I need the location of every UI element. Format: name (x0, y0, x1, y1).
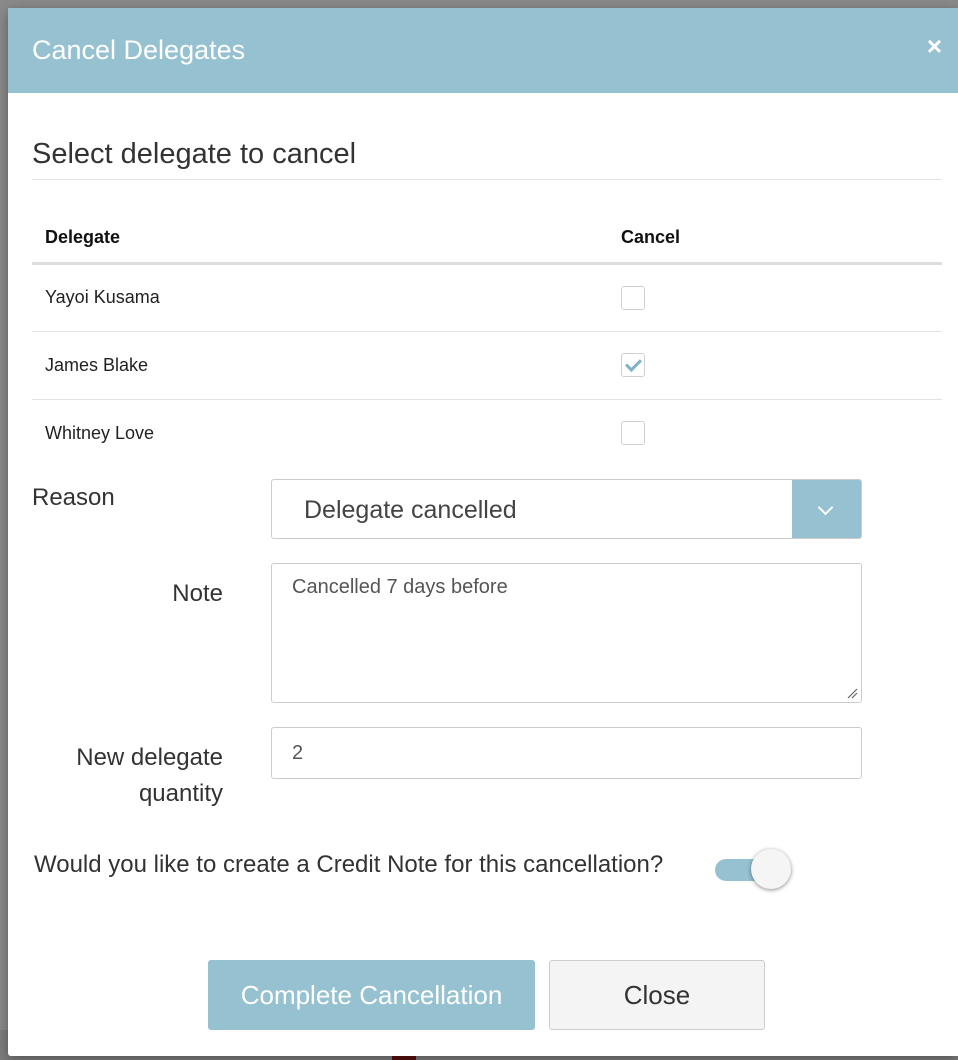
table-row: Yayoi Kusama (32, 263, 942, 332)
modal-title: Cancel Delegates (32, 35, 246, 65)
table-row: James Blake (32, 331, 942, 400)
delegate-name: Whitney Love (45, 422, 155, 443)
note-label: Note (172, 580, 223, 607)
column-header-cancel: Cancel (608, 214, 942, 265)
reason-select-value: Delegate cancelled (304, 496, 517, 524)
cancel-checkbox[interactable] (621, 421, 645, 446)
close-icon[interactable]: × (927, 33, 942, 59)
credit-note-toggle[interactable] (715, 849, 791, 889)
modal-header: Cancel Delegates × (8, 8, 958, 93)
delegate-name: James Blake (32, 331, 608, 400)
close-button[interactable]: Close (549, 960, 765, 1030)
delegate-name: Yayoi Kusama (32, 263, 608, 332)
resize-grip-icon[interactable] (846, 687, 858, 699)
note-textarea[interactable] (271, 563, 862, 703)
table-row: Whitney Love (32, 399, 942, 467)
quantity-label-line2: quantity (138, 780, 223, 807)
cancel-checkbox[interactable] (621, 285, 645, 310)
quantity-input[interactable] (271, 727, 862, 779)
complete-cancellation-button[interactable]: Complete Cancellation (208, 960, 535, 1030)
section-title: Select delegate to cancel (32, 138, 357, 170)
credit-note-question: Would you like to create a Credit Note f… (34, 851, 664, 878)
cancel-checkbox[interactable] (621, 353, 645, 377)
reason-select[interactable]: Delegate cancelled (271, 479, 862, 539)
cancel-cell (608, 399, 942, 467)
quantity-label: New delegate quantity (76, 740, 223, 812)
cancel-cell (608, 331, 942, 400)
toggle-knob[interactable] (751, 849, 791, 889)
chevron-down-icon[interactable] (792, 480, 861, 538)
table-header-row: Delegate Cancel (32, 214, 942, 265)
cancel-cell (608, 263, 942, 332)
column-header-delegate: Delegate (32, 214, 608, 265)
cancel-delegates-modal: Cancel Delegates × Select delegate to ca… (8, 8, 958, 1056)
delegates-table: Delegate Cancel Yayoi Kusama James Blake… (32, 214, 942, 467)
divider (32, 179, 942, 180)
reason-label: Reason (32, 484, 115, 511)
quantity-label-line1: New delegate (76, 744, 223, 771)
